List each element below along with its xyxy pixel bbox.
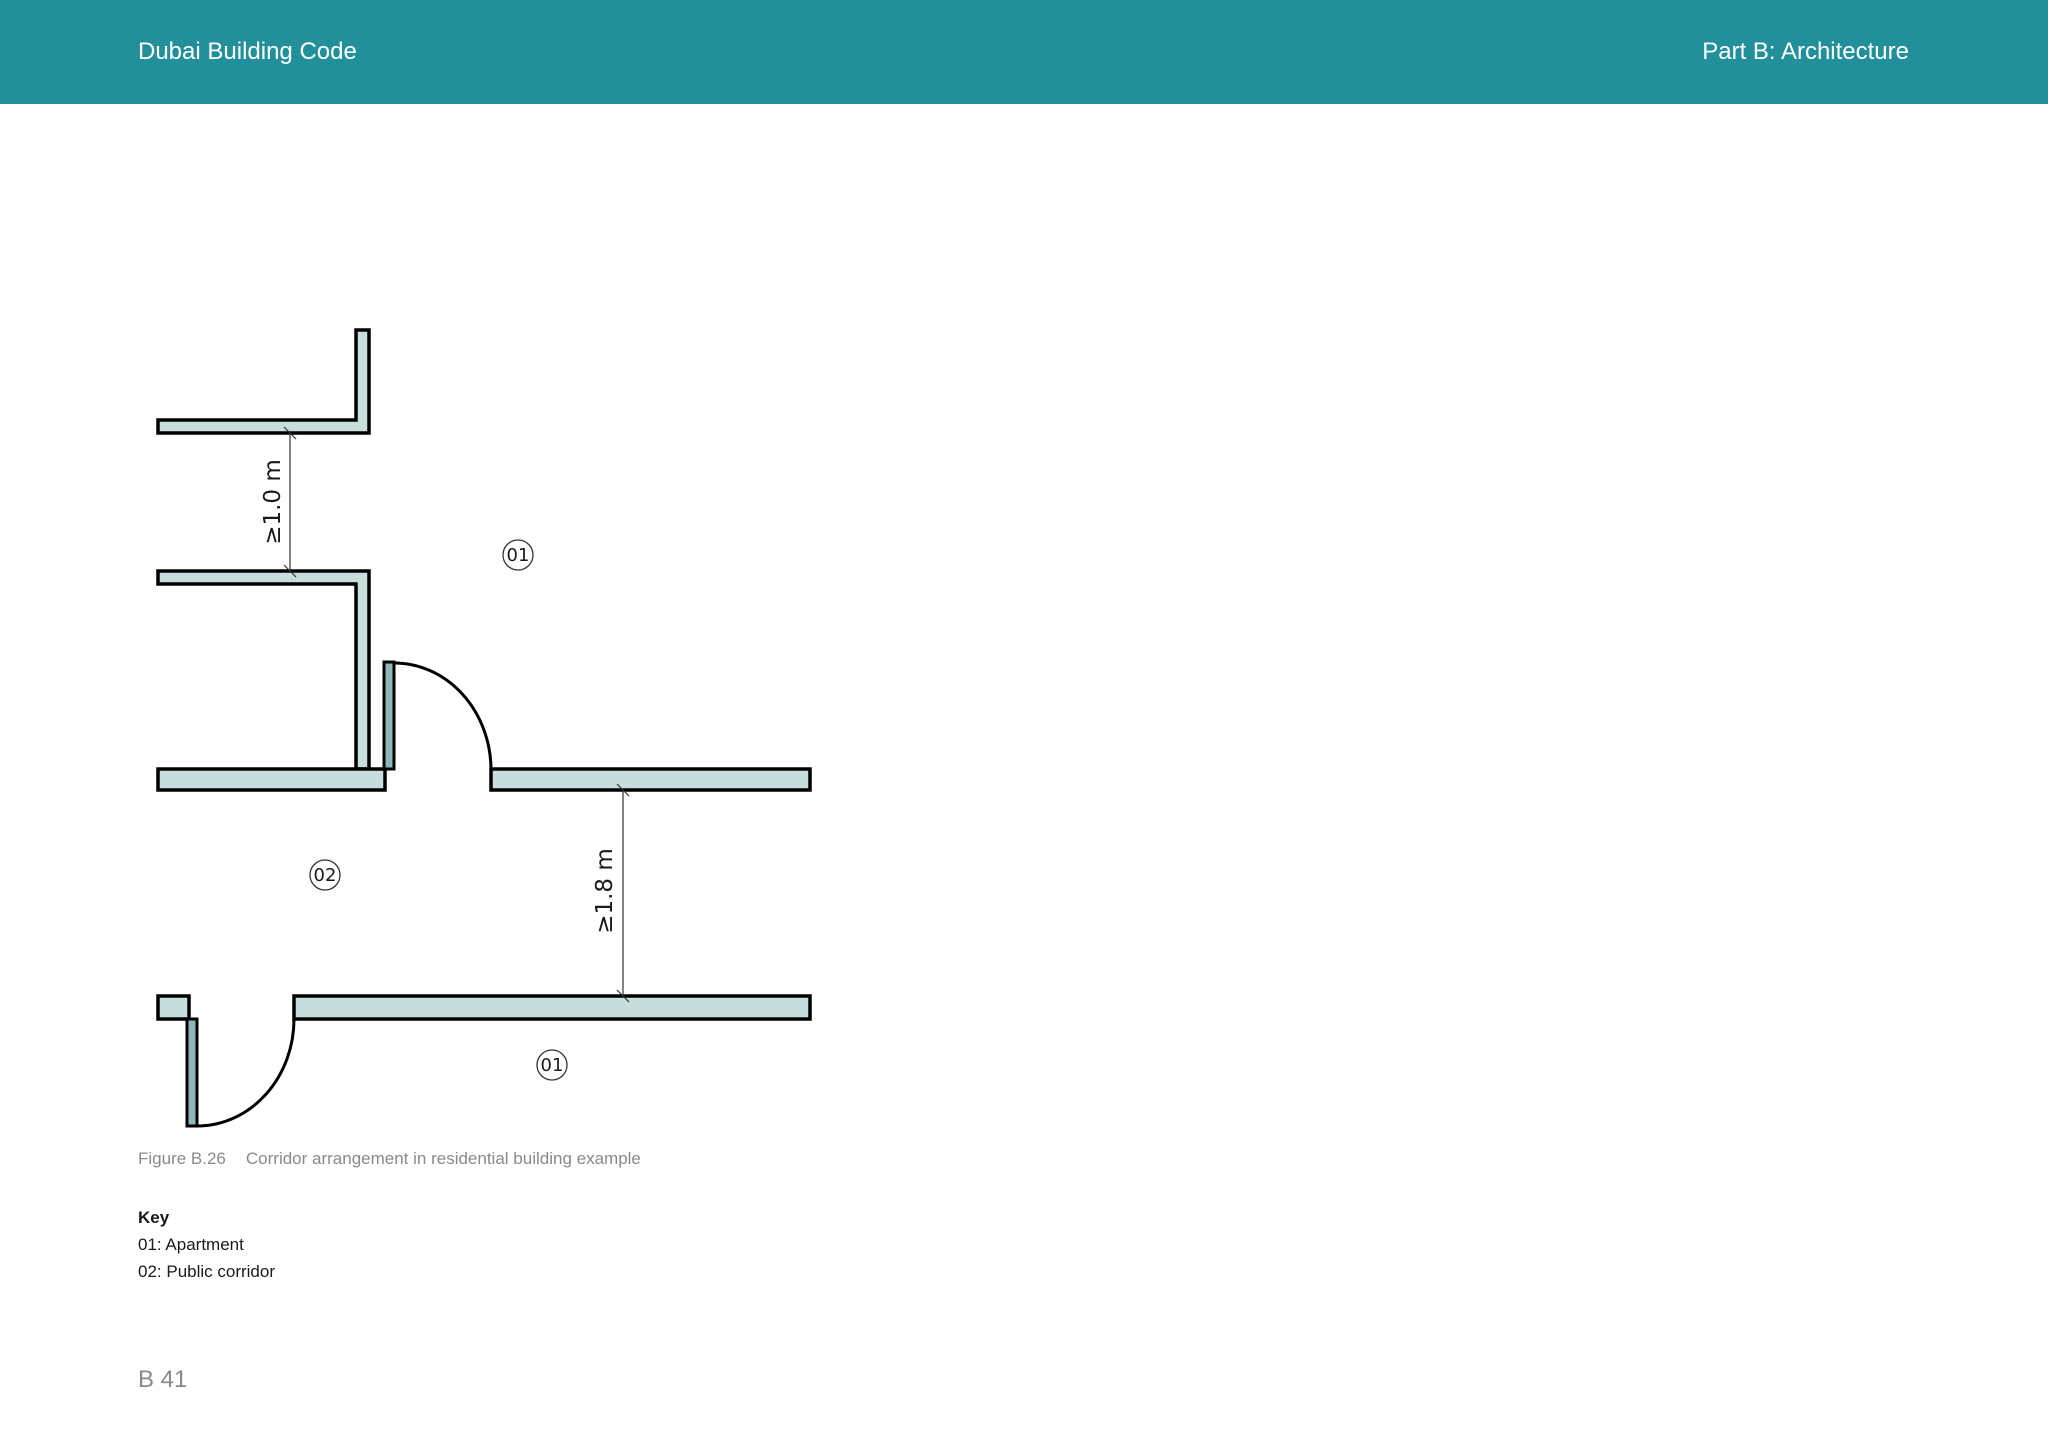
label-apartment-upper: 01: [507, 545, 530, 566]
figure-caption: Figure B.26 Corridor arrangement in resid…: [138, 1149, 641, 1169]
key-title: Key: [138, 1208, 170, 1227]
door-leaf-upper: [382, 660, 396, 771]
label-apartment-lower: 01: [541, 1055, 564, 1076]
door-swing-lower: [196, 1018, 296, 1128]
page-number: B 41: [138, 1366, 188, 1393]
door-swing-upper: [393, 661, 493, 770]
floor-plan-drawing: ≥1.0 m ≥1.8 m 01 02 01: [156, 328, 812, 1128]
figure-caption-text: Corridor arrangement in residential buil…: [245, 1149, 641, 1168]
wall-top-lower: [156, 569, 371, 771]
floor-plan-figure: ≥1.0 m ≥1.8 m 01 02 01: [0, 0, 2048, 1448]
wall-corridor-upper-right: [489, 767, 812, 792]
dimension-label-top: ≥1.0 m: [260, 459, 286, 545]
wall-corridor-lower-right: [292, 994, 812, 1021]
key-legend: Key 01: Apartment 02: Public corridor: [138, 1204, 275, 1285]
figure-number: Figure B.26: [138, 1149, 226, 1168]
wall-corridor-lower-left: [156, 994, 191, 1021]
wall-corridor-upper-left: [156, 767, 387, 792]
dimension-label-corridor: ≥1.8 m: [592, 848, 618, 934]
key-item-apartment: 01: Apartment: [138, 1235, 244, 1254]
key-item-public-corridor: 02: Public corridor: [138, 1262, 276, 1281]
label-corridor: 02: [314, 865, 337, 886]
wall-top-upper: [156, 328, 371, 435]
door-leaf-lower: [185, 1017, 199, 1128]
